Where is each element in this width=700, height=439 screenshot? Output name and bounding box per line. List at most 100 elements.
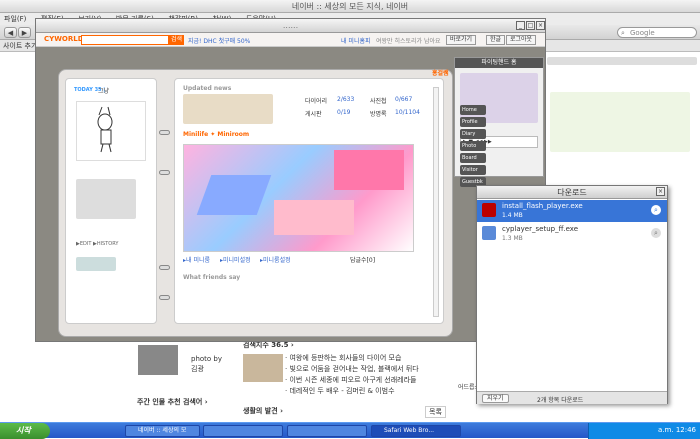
browser-titlebar: 네이버 :: 세상의 모든 지식, 네이버 [0, 0, 700, 13]
stat-guestbook-label[interactable]: 방명록 [370, 109, 387, 118]
minimize-button[interactable]: _ [516, 21, 525, 30]
hangul-button[interactable]: 한글 [486, 35, 506, 45]
clock[interactable]: a.m. 12:46 [658, 426, 696, 434]
my-minihompy-link[interactable]: 내 미니홈피 [341, 36, 371, 45]
room-floor-blue [196, 175, 272, 215]
task-safari[interactable]: Safari Web Bro... [371, 425, 461, 437]
room-link-mine[interactable]: ▸내 미니룸 [183, 255, 210, 264]
download-item[interactable]: cyplayer_setup_ff.exe 1.3 MB ⌕ [477, 223, 667, 245]
owner-name[interactable] [76, 257, 116, 271]
right-page: Updated news 다이어리 2/633 사진첩 0/667 게시판 0/… [174, 78, 444, 324]
cyworld-ad-link[interactable]: 지금! DHC 첫구매 50% [188, 36, 250, 45]
download-count: 2개 항목 다운로드 [537, 397, 584, 404]
tab-board[interactable]: Board [460, 153, 486, 163]
clear-button[interactable]: 지우기 [482, 394, 509, 403]
menu-file[interactable]: 파일(F) [4, 13, 26, 25]
profile-text [76, 179, 136, 219]
stat-guestbook-value: 10/1104 [395, 109, 420, 116]
updated-news-heading: Updated news [183, 85, 232, 92]
diary-book: 홍걸쌤 TODAY 35 | 그냥 ▶EDIT ▶HISTORY Updated… [58, 69, 453, 337]
photo-thumbnail[interactable] [138, 345, 178, 375]
download-size: 1.3 MB [502, 235, 523, 242]
stat-board-label[interactable]: 게시판 [305, 109, 322, 118]
life-title[interactable]: 생활의 발견 › [243, 406, 283, 416]
google-search-field[interactable]: ⌕ Google [617, 27, 697, 38]
reveal-magnifier-icon[interactable]: ⌕ [651, 228, 661, 238]
room-floor-pink [274, 200, 354, 235]
cyworld-logo[interactable]: CYWORLD [44, 35, 84, 43]
weekly-title[interactable]: 주간 인물 추천 검색어 › [137, 397, 208, 407]
shop-tab[interactable]: 홍걸쌤 [432, 68, 462, 78]
profile-image[interactable] [76, 101, 146, 161]
right-page-scrollbar[interactable] [433, 87, 439, 317]
book-ring [159, 295, 170, 300]
news-item-2[interactable]: · 빛으로 어둠을 걷어내는 작업, 블랙에서 뒤다 [285, 364, 419, 374]
cyworld-window-title: ...... [282, 21, 299, 30]
bookmark-add-site[interactable]: 사이트 추가 [3, 41, 37, 51]
minilife-heading: Minilife ✦ Miniroom [183, 131, 250, 138]
maximize-button[interactable]: □ [526, 21, 535, 30]
room-wall [334, 150, 404, 190]
room-link-settings[interactable]: ▸미니룸설정 [260, 255, 291, 264]
download-filename: install_flash_player.exe [502, 202, 583, 210]
task-window[interactable] [287, 425, 367, 437]
logout-button[interactable]: 로그아웃 [506, 35, 537, 45]
stat-board-value: 0/19 [337, 109, 351, 116]
more-button[interactable]: 목록 [425, 406, 446, 418]
cyworld-window: ...... _ □ × CYWORLD 검색 지금! DHC 첫구매 50% … [35, 18, 546, 342]
naver-right-box [550, 92, 690, 152]
updated-news-list[interactable] [183, 94, 273, 124]
reply-count[interactable]: 답글수[0] [350, 255, 375, 264]
tab-visitor[interactable]: Visitor [460, 165, 486, 175]
cyworld-header: CYWORLD 검색 지금! DHC 첫구매 50% 내 미니홈피 여왕만 히스… [36, 33, 545, 47]
news-item-4[interactable]: · 데레적인 두 배우 - 김머린 & 이범수 [285, 386, 395, 396]
left-page: TODAY 35 | 그냥 ▶EDIT ▶HISTORY [65, 78, 157, 324]
downloads-footer: 지우기 2개 항목 다운로드 [477, 391, 667, 404]
reveal-magnifier-icon[interactable]: ⌕ [651, 205, 661, 215]
edit-history-links[interactable]: ▶EDIT ▶HISTORY [76, 241, 118, 247]
minihompy-skin: 파이팅핸드 홈 ▶ ■ ◀◀ ▶▶ Home Profile Diary Pho… [36, 47, 545, 341]
photo-card: photo by 김광 [133, 340, 223, 420]
book-ring [159, 130, 170, 135]
side-tabs: Home Profile Diary Photo Board Visitor G… [460, 105, 486, 189]
tab-profile[interactable]: Profile [460, 117, 486, 127]
installer-file-icon [482, 226, 496, 240]
photo-by-label: photo by [191, 355, 223, 363]
history-link[interactable]: 여왕만 히스토리가 남아요 [376, 36, 441, 45]
task-folder[interactable] [203, 425, 283, 437]
flash-file-icon [482, 203, 496, 217]
downloads-window: 다운로드 × install_flash_player.exe 1.4 MB ⌕… [476, 185, 668, 404]
mood-status[interactable]: 그냥 [98, 86, 109, 95]
back-button[interactable]: ◀ [4, 27, 17, 38]
downloads-title: 다운로드 [557, 188, 587, 197]
start-button[interactable]: 시작 [0, 423, 50, 439]
download-filename: cyplayer_setup_ff.exe [502, 225, 579, 233]
friends-say-heading: What friends say [183, 274, 241, 281]
room-link-minimi[interactable]: ▸미니미설정 [220, 255, 251, 264]
system-tray: a.m. 12:46 [588, 423, 700, 439]
search-icon: ⌕ [621, 29, 625, 37]
stat-photo-label[interactable]: 사진첩 [370, 96, 387, 105]
tab-photo[interactable]: Photo [460, 141, 486, 151]
cyworld-search-input[interactable] [81, 35, 169, 45]
downloads-close-button[interactable]: × [656, 187, 665, 196]
task-naver[interactable]: 네이버 :: 세상의 모 [125, 425, 200, 437]
forward-button[interactable]: ▶ [18, 27, 31, 38]
bgm-title: 파이팅핸드 홈 [455, 58, 543, 68]
download-item[interactable]: install_flash_player.exe 1.4 MB ⌕ [477, 200, 667, 222]
browser-title: 네이버 :: 세상의 모든 지식, 네이버 [291, 2, 409, 11]
cyworld-search-button[interactable]: 검색 [169, 35, 184, 45]
goto-select[interactable]: 바로가기 [446, 35, 477, 45]
stat-diary-value: 2/633 [337, 96, 355, 103]
miniroom-image[interactable] [183, 144, 414, 252]
news-item-3[interactable]: · 이번 시즌 세종에 피오르 아구게 선래레라들 [285, 375, 417, 385]
news-thumbnail[interactable] [243, 354, 283, 382]
tab-home[interactable]: Home [460, 105, 486, 115]
photo-author[interactable]: 김광 [191, 364, 204, 374]
naver-top-banner [547, 57, 697, 65]
cyworld-titlebar: ...... _ □ × [36, 19, 545, 33]
close-button[interactable]: × [536, 21, 545, 30]
tab-diary[interactable]: Diary [460, 129, 486, 139]
stat-diary-label[interactable]: 다이어리 [305, 96, 327, 105]
news-item-1[interactable]: · 여왕에 등판하는 회사들의 다이어 모습 [285, 353, 401, 363]
